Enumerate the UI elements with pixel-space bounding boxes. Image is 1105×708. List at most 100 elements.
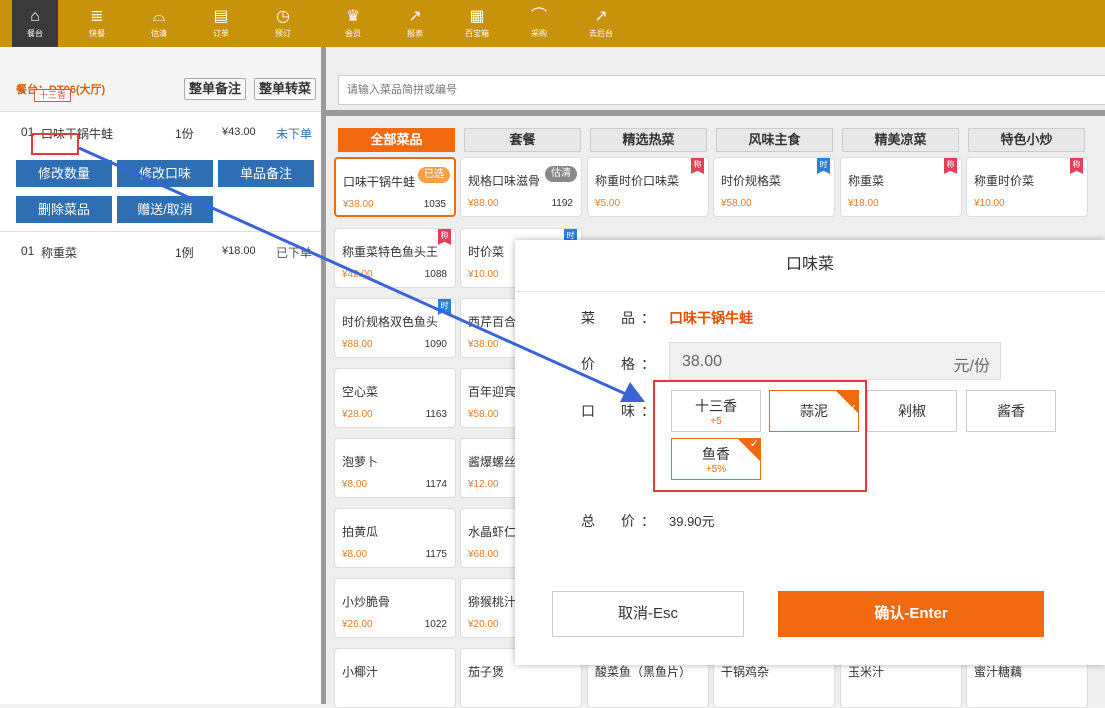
dish-name: 时价菜 xyxy=(468,245,505,259)
dish-name: 时价规格双色鱼头 xyxy=(342,315,439,329)
status-pill: 估清 xyxy=(545,166,577,182)
dish-code: 1163 xyxy=(425,409,447,420)
dish-name: 小椰汁 xyxy=(342,665,379,679)
dish-code: 1192 xyxy=(551,198,573,209)
order-note-button[interactable]: 整单备注 xyxy=(184,78,247,100)
dish-card[interactable]: 称重菜 ¥18.00 称 xyxy=(840,157,962,217)
nav-member[interactable]: ♛ 会员 xyxy=(330,8,376,39)
tab-hot-dishes[interactable]: 精选热菜 xyxy=(590,128,707,152)
nav-label: 订单 xyxy=(213,29,229,38)
status-pill: 已选 xyxy=(418,167,450,183)
cancel-button[interactable]: 取消-Esc xyxy=(552,591,744,637)
dish-code: 1090 xyxy=(424,339,447,350)
dish-card[interactable]: 称重时价菜 ¥10.00 称 xyxy=(966,157,1088,217)
dish-price: ¥88.00 xyxy=(468,198,499,209)
nav-soldout[interactable]: ⌓ 估清 xyxy=(136,8,182,39)
nav-label: 采购 xyxy=(531,29,547,38)
tab-staple[interactable]: 风味主食 xyxy=(716,128,833,152)
item-qty: 1例 xyxy=(175,246,194,260)
dish-name: 口味干锅牛蛙 xyxy=(669,310,753,326)
gift-cancel-button[interactable]: 赠送/取消 xyxy=(117,196,213,223)
order-item-row[interactable]: 01 称重菜 1例 ¥18.00 已下单 xyxy=(0,244,321,264)
flavor-name: 酱香 xyxy=(997,403,1025,419)
dish-name: 规格口味滋骨 xyxy=(468,174,541,188)
highlight-box xyxy=(653,380,867,492)
dish-price: ¥68.00 xyxy=(468,549,499,560)
dish-name: 称重菜特色鱼头王 xyxy=(342,245,439,259)
dish-card[interactable]: 称重菜特色鱼头王 ¥42.00 1088 称 xyxy=(334,228,456,288)
weigh-badge: 称 xyxy=(944,158,957,174)
edit-flavor-button[interactable]: 修改口味 xyxy=(117,160,213,187)
dish-card[interactable]: 泡萝卜 ¥8.00 1174 xyxy=(334,438,456,498)
clock-icon: ◷ xyxy=(276,8,290,25)
dish-price: ¥18.00 xyxy=(848,198,879,209)
dish-price: ¥5.00 xyxy=(595,198,621,209)
dish-name: 西芹百合 xyxy=(468,315,517,329)
nav-label: 会员 xyxy=(345,29,361,38)
dish-code: 1175 xyxy=(425,549,447,560)
item-price: ¥43.00 xyxy=(222,126,256,138)
nav-backend[interactable]: ↗ 去后台 xyxy=(578,8,624,39)
dish-card[interactable]: 拍黄瓜 ¥8.00 1175 xyxy=(334,508,456,568)
search-input[interactable] xyxy=(338,75,1105,105)
dish-card[interactable]: 时价规格双色鱼头 ¥88.00 1090 时 xyxy=(334,298,456,358)
item-status: 已下单 xyxy=(276,246,313,260)
confirm-button[interactable]: 确认-Enter xyxy=(778,591,1044,637)
dish-name: 蜜汁糖藕 xyxy=(974,665,1023,679)
tab-combo[interactable]: 套餐 xyxy=(464,128,581,152)
time-price-badge: 时 xyxy=(817,158,830,174)
item-qty: 1份 xyxy=(175,127,194,141)
dish-card[interactable]: 规格口味滋骨 ¥88.00 1192 估清 xyxy=(460,157,582,217)
dish-name: 称重时价菜 xyxy=(974,174,1035,188)
dish-name: 干锅鸡杂 xyxy=(721,665,770,679)
dish-card[interactable]: 空心菜 ¥28.00 1163 xyxy=(334,368,456,428)
weigh-badge: 称 xyxy=(1070,158,1083,174)
dish-code: 1035 xyxy=(423,199,446,210)
dish-name: 茄子煲 xyxy=(468,665,505,679)
nav-table[interactable]: ⌂ 餐台 xyxy=(12,0,58,47)
price-label: 价 格： xyxy=(581,356,661,372)
dish-price: ¥10.00 xyxy=(974,198,1005,209)
highlight-box xyxy=(31,133,79,155)
tab-stir-fry[interactable]: 特色小炒 xyxy=(968,128,1085,152)
dish-price: ¥26.00 xyxy=(342,619,373,630)
delete-item-button[interactable]: 删除菜品 xyxy=(16,196,112,223)
top-nav-bar: ⌂ 餐台 ≣ 快餐 ⌓ 估清 ▤ 订单 ◷ 预订 ♛ 会员 ↗ 报表 ▦ 百宝箱… xyxy=(0,0,1105,47)
flavor-option[interactable]: 剁椒 xyxy=(867,390,957,432)
dish-card[interactable]: 小椰汁 xyxy=(334,648,456,708)
dish-card[interactable]: 时价规格菜 ¥58.00 时 xyxy=(713,157,835,217)
nav-toolbox[interactable]: ▦ 百宝箱 xyxy=(454,8,500,39)
dish-name: 小炒脆骨 xyxy=(342,595,391,609)
dish-price: ¥58.00 xyxy=(721,198,752,209)
nav-purchase[interactable]: ⌒ 采购 xyxy=(516,8,562,39)
dish-card[interactable]: 小炒脆骨 ¥26.00 1022 xyxy=(334,578,456,638)
dish-card[interactable]: 口味干锅牛蛙 ¥38.00 1035 已选 xyxy=(334,157,456,217)
external-icon: ↗ xyxy=(594,8,608,25)
edit-qty-button[interactable]: 修改数量 xyxy=(16,160,112,187)
nav-reserve[interactable]: ◷ 预订 xyxy=(260,8,306,39)
flavor-name: 剁椒 xyxy=(898,403,926,419)
dish-code: 1174 xyxy=(425,479,447,490)
dish-name: 拍黄瓜 xyxy=(342,525,379,539)
flavor-option[interactable]: 酱香 xyxy=(966,390,1056,432)
tab-all[interactable]: 全部菜品 xyxy=(338,128,455,152)
nav-label: 餐台 xyxy=(27,29,43,38)
nav-label: 预订 xyxy=(275,29,291,38)
store-icon: ⌂ xyxy=(30,8,40,25)
dish-name: 时价规格菜 xyxy=(721,174,782,188)
nav-report[interactable]: ↗ 报表 xyxy=(392,8,438,39)
dish-price: ¥12.00 xyxy=(468,479,499,490)
flavor-label: 口 味： xyxy=(581,403,661,419)
dish-price: ¥20.00 xyxy=(468,619,499,630)
nav-orders[interactable]: ▤ 订单 xyxy=(198,8,244,39)
dish-name: 泡萝卜 xyxy=(342,455,379,469)
dish-label: 菜 品： xyxy=(581,310,661,326)
tab-cold-dishes[interactable]: 精美凉菜 xyxy=(842,128,959,152)
dish-card[interactable]: 称重时价口味菜 ¥5.00 称 xyxy=(587,157,709,217)
item-note-button[interactable]: 单品备注 xyxy=(218,160,314,187)
chart-icon: ↗ xyxy=(408,8,422,25)
divider xyxy=(326,110,1105,116)
dish-name: 口味干锅牛蛙 xyxy=(343,175,416,189)
order-transfer-button[interactable]: 整单转菜 xyxy=(254,78,317,100)
nav-fastfood[interactable]: ≣ 快餐 xyxy=(74,8,120,39)
